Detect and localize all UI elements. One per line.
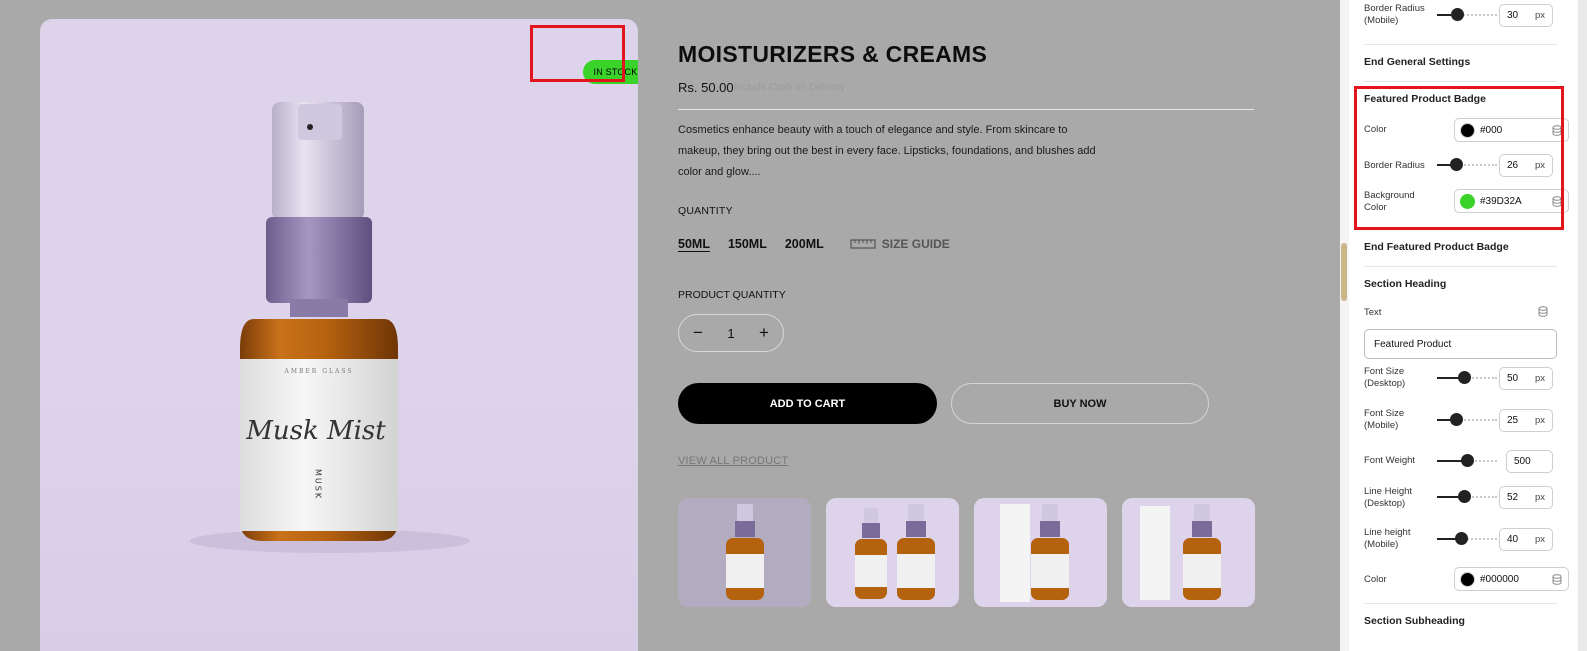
divider xyxy=(1364,81,1557,82)
font-size-desktop-label: Font Size (Desktop) xyxy=(1364,366,1406,389)
quantity-label: QUANTITY xyxy=(678,205,733,217)
line-height-desktop-label: Line Height (Desktop) xyxy=(1364,486,1413,509)
border-radius-mobile-label: Border Radius (Mobile) xyxy=(1364,3,1425,26)
font-size-mobile-slider[interactable] xyxy=(1437,413,1497,426)
database-icon[interactable] xyxy=(1552,125,1562,136)
slider-track-empty xyxy=(1457,164,1497,166)
badge-color-input[interactable]: #000 xyxy=(1454,118,1569,142)
price-note: Include Cash on Delivery xyxy=(734,82,846,93)
slider-knob[interactable] xyxy=(1451,8,1464,21)
font-weight-input[interactable]: 500 xyxy=(1506,450,1553,473)
line-height-desktop-input[interactable]: 52 px xyxy=(1499,486,1553,509)
thumbnail-2[interactable] xyxy=(826,498,959,607)
database-icon[interactable] xyxy=(1552,196,1562,207)
badge-bg-color-label: Background Color xyxy=(1364,190,1415,213)
end-general-settings-label: End General Settings xyxy=(1364,56,1471,68)
divider xyxy=(1364,266,1557,267)
slider-knob[interactable] xyxy=(1455,532,1468,545)
heading-color-swatch[interactable] xyxy=(1460,571,1475,587)
font-size-mobile-input[interactable]: 25 px xyxy=(1499,409,1553,432)
font-size-desktop-slider[interactable] xyxy=(1437,371,1497,384)
end-featured-badge-label: End Featured Product Badge xyxy=(1364,241,1509,253)
slider-track-empty xyxy=(1457,419,1497,421)
view-all-product-link[interactable]: VIEW ALL PRODUCT xyxy=(678,455,788,467)
font-size-desktop-input[interactable]: 50 px xyxy=(1499,367,1553,390)
preview-scrollbar-track[interactable] xyxy=(1340,0,1349,651)
size-guide-link[interactable]: SIZE GUIDE xyxy=(850,237,950,251)
divider xyxy=(1364,603,1557,604)
section-heading-title: Section Heading xyxy=(1364,278,1447,290)
line-height-desktop-slider[interactable] xyxy=(1437,490,1497,503)
badge-color-value: #000 xyxy=(1480,124,1503,136)
product-description: Cosmetics enhance beauty with a touch of… xyxy=(678,124,1096,178)
border-radius-mobile-slider[interactable] xyxy=(1437,8,1497,21)
line-height-mobile-label: Line height (Mobile) xyxy=(1364,527,1411,550)
bottle-label-top: AMBER GLASS xyxy=(284,368,354,375)
bottle-label-vertical: MUSK xyxy=(314,469,323,500)
divider xyxy=(1364,229,1557,230)
line-height-mobile-slider[interactable] xyxy=(1437,532,1497,545)
thumbnail-1[interactable] xyxy=(678,498,811,607)
bottle-label-script: Musk Mist xyxy=(245,416,386,446)
buy-now-button[interactable]: BUY NOW xyxy=(951,383,1209,424)
line-height-mobile-input[interactable]: 40 px xyxy=(1499,528,1553,551)
quantity-stepper: − 1 + xyxy=(678,314,784,352)
thumbnail-box-bottle-image xyxy=(1000,504,1069,602)
quantity-increase-button[interactable]: + xyxy=(759,323,769,343)
product-quantity-label: PRODUCT QUANTITY xyxy=(678,289,786,301)
slider-knob[interactable] xyxy=(1458,371,1471,384)
badge-border-radius-input[interactable]: 26 px xyxy=(1499,154,1553,177)
heading-color-input[interactable]: #000000 xyxy=(1454,567,1569,591)
badge-border-radius-slider[interactable] xyxy=(1437,158,1497,171)
size-option-200ml[interactable]: 200ML xyxy=(785,237,824,251)
product-price: Rs. 50.00 xyxy=(678,80,734,95)
panel-scrollbar[interactable] xyxy=(1578,0,1587,651)
product-hero-image: AMBER GLASS Musk Mist MUSK IN STOCK xyxy=(40,19,638,651)
preview-scrollbar-thumb[interactable] xyxy=(1341,243,1347,301)
slider-knob[interactable] xyxy=(1450,158,1463,171)
thumbnail-gallery xyxy=(678,498,1255,607)
ruler-icon xyxy=(850,239,876,249)
bottle-image: AMBER GLASS Musk Mist MUSK xyxy=(190,102,470,553)
slider-knob[interactable] xyxy=(1461,454,1474,467)
size-selector: 50ML 150ML 200ML SIZE GUIDE xyxy=(678,237,950,251)
divider xyxy=(1364,44,1557,45)
heading-text-label: Text xyxy=(1364,307,1382,318)
product-title: MOISTURIZERS & CREAMS xyxy=(678,41,988,67)
heading-color-value: #000000 xyxy=(1480,573,1519,585)
featured-badge-heading: Featured Product Badge xyxy=(1364,93,1486,105)
size-guide-label: SIZE GUIDE xyxy=(881,237,950,251)
settings-panel: Border Radius (Mobile) 30 px End General … xyxy=(1349,0,1587,651)
border-radius-mobile-input[interactable]: 30 px xyxy=(1499,4,1553,27)
quantity-decrease-button[interactable]: − xyxy=(693,323,703,343)
badge-bg-color-value: #39D32A xyxy=(1480,195,1522,207)
badge-color-swatch[interactable] xyxy=(1460,122,1475,138)
database-icon[interactable] xyxy=(1538,306,1548,317)
badge-bg-color-swatch[interactable] xyxy=(1460,193,1475,209)
thumbnail-box-bottle-image xyxy=(1140,504,1221,600)
slider-knob[interactable] xyxy=(1450,413,1463,426)
quantity-value[interactable]: 1 xyxy=(727,326,734,341)
add-to-cart-button[interactable]: ADD TO CART xyxy=(678,383,937,424)
badge-color-label: Color xyxy=(1364,124,1387,135)
font-size-mobile-label: Font Size (Mobile) xyxy=(1364,408,1405,431)
thumbnail-bottle-image xyxy=(726,504,764,600)
font-weight-label: Font Weight xyxy=(1364,455,1416,466)
badge-border-radius-label: Border Radius xyxy=(1364,160,1425,171)
thumbnail-4[interactable] xyxy=(1122,498,1255,607)
heading-text-input[interactable]: Featured Product xyxy=(1364,329,1557,359)
thumbnail-bottles-image xyxy=(855,504,935,600)
size-option-150ml[interactable]: 150ML xyxy=(728,237,767,251)
store-preview: AMBER GLASS Musk Mist MUSK IN STOCK MOIS… xyxy=(0,0,1349,651)
section-subheading-title: Section Subheading xyxy=(1364,615,1465,627)
size-option-50ml[interactable]: 50ML xyxy=(678,237,710,251)
in-stock-badge: IN STOCK xyxy=(583,60,638,84)
heading-color-label: Color xyxy=(1364,574,1387,585)
database-icon[interactable] xyxy=(1552,574,1562,585)
thumbnail-3[interactable] xyxy=(974,498,1107,607)
badge-bg-color-input[interactable]: #39D32A xyxy=(1454,189,1569,213)
slider-knob[interactable] xyxy=(1458,490,1471,503)
font-weight-slider[interactable] xyxy=(1437,454,1497,467)
divider xyxy=(678,109,1254,110)
